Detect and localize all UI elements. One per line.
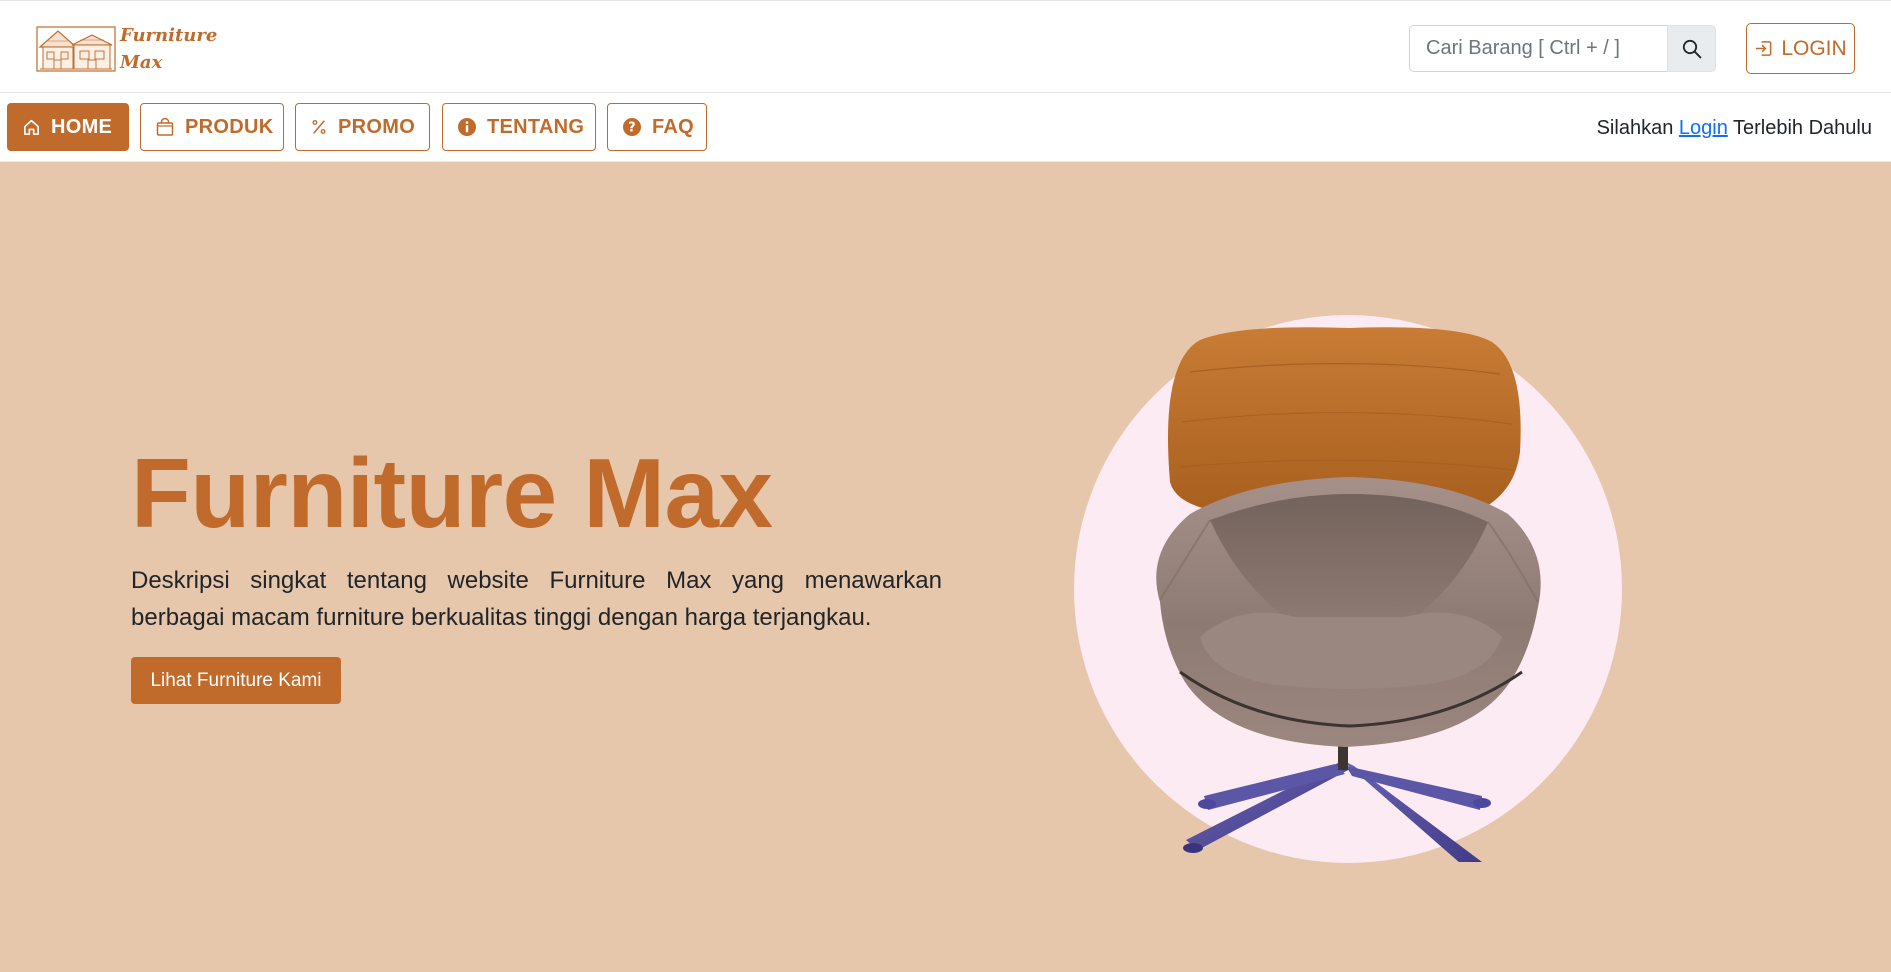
login-note-suffix: Terlebih Dahulu	[1733, 117, 1872, 139]
nav-item-label: HOME	[51, 115, 113, 138]
login-button-label: LOGIN	[1781, 36, 1847, 60]
main-nav: HOME PRODUK PROMO TENTANG ? FAQ Silahkan…	[0, 93, 1891, 162]
brand-name-line2: Max	[120, 52, 163, 73]
login-note: Silahkan Login Terlebih Dahulu	[1597, 117, 1872, 140]
percent-icon	[312, 120, 326, 134]
house-logo-icon	[36, 26, 116, 72]
svg-text:?: ?	[628, 121, 636, 136]
nav-item-faq[interactable]: ? FAQ	[607, 103, 707, 151]
view-furniture-button[interactable]: Lihat Furniture Kami	[131, 657, 341, 704]
nav-item-label: PRODUK	[185, 115, 274, 138]
nav-item-label: FAQ	[652, 115, 695, 138]
nav-item-label: TENTANG	[487, 115, 585, 138]
nav-item-tentang[interactable]: TENTANG	[442, 103, 596, 151]
search-group	[1409, 25, 1716, 72]
top-header: Furniture Max LOGIN	[0, 0, 1891, 93]
brand-name-line1: Furniture	[120, 25, 218, 46]
hero-description: Deskripsi singkat tentang website Furnit…	[131, 567, 942, 631]
search-button[interactable]	[1667, 25, 1716, 72]
login-link[interactable]: Login	[1679, 117, 1728, 139]
nav-item-promo[interactable]: PROMO	[295, 103, 430, 151]
question-icon: ?	[623, 118, 641, 136]
login-note-prefix: Silahkan	[1596, 117, 1674, 139]
login-arrow-icon	[1756, 41, 1772, 56]
hero-title: Furniture Max	[131, 438, 773, 548]
shopping-bag-icon	[156, 117, 174, 136]
login-button[interactable]: LOGIN	[1746, 23, 1855, 74]
brand-name: Furniture Max	[120, 22, 217, 76]
info-icon	[458, 118, 476, 136]
hero-section: Furniture Max Deskripsi singkat tentang …	[0, 162, 1891, 972]
lounge-chair-image	[1156, 327, 1541, 862]
brand-logo[interactable]: Furniture Max	[36, 23, 217, 75]
nav-item-label: PROMO	[338, 115, 416, 138]
search-icon	[1682, 39, 1701, 58]
nav-item-home[interactable]: HOME	[7, 103, 129, 151]
nav-item-produk[interactable]: PRODUK	[140, 103, 284, 151]
search-input[interactable]	[1409, 25, 1667, 72]
home-icon	[24, 119, 39, 135]
